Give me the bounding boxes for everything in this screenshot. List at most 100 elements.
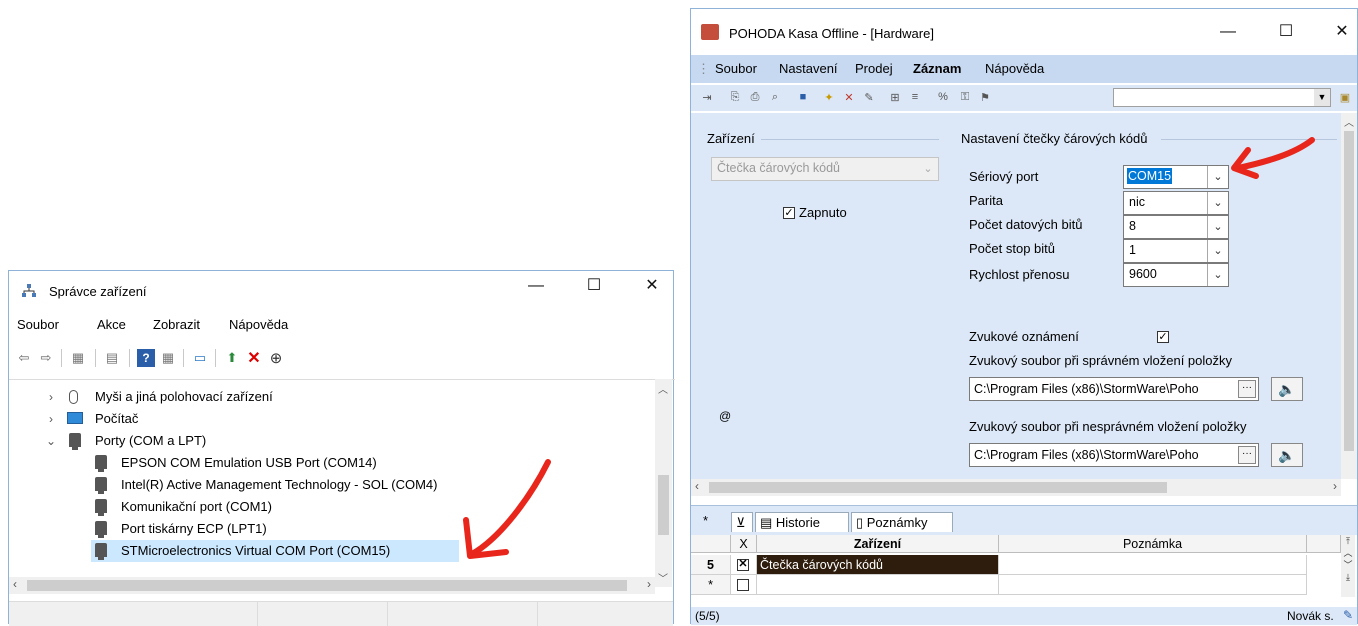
column-header-poznamka[interactable]: Poznámka: [999, 535, 1307, 553]
delete-icon[interactable]: ✕: [841, 89, 857, 105]
scrollbar-thumb[interactable]: [1344, 131, 1354, 451]
properties-icon[interactable]: ▦: [69, 349, 87, 367]
scan-hardware-icon[interactable]: ▭: [191, 349, 209, 367]
update-driver-icon[interactable]: ⬆: [223, 349, 241, 367]
scrollbar-thumb[interactable]: [658, 475, 669, 535]
percent-icon[interactable]: %: [935, 89, 951, 105]
sound-err-path-field[interactable]: C:\Program Files (x86)\StormWare\Poho ··…: [969, 443, 1259, 467]
device-select[interactable]: Čtečka čárových kódů ⌄: [711, 157, 939, 181]
chevron-down-icon[interactable]: ⌄: [1207, 240, 1228, 262]
select-icon[interactable]: ≡: [907, 89, 923, 105]
table-row-checkbox-cell[interactable]: ✕: [731, 555, 757, 575]
scroll-right-icon[interactable]: ›: [647, 577, 651, 591]
tab-new-record[interactable]: *: [703, 513, 708, 528]
stop-bits-select[interactable]: 1 ⌄: [1123, 239, 1229, 263]
tree-item-ports[interactable]: ⌄ Porty (COM a LPT): [45, 430, 665, 452]
data-bits-select[interactable]: 8 ⌄: [1123, 215, 1229, 239]
table-row-checkbox-cell[interactable]: [731, 575, 757, 595]
table-cell-note[interactable]: [999, 575, 1307, 595]
scroll-left-icon[interactable]: ‹: [13, 577, 17, 591]
tree-item-port[interactable]: Intel(R) Active Management Technology - …: [95, 474, 655, 496]
scrollbar-thumb[interactable]: [709, 482, 1167, 493]
row-checkbox[interactable]: ✕: [737, 559, 749, 571]
export-icon[interactable]: ⎘: [727, 89, 743, 105]
browse-button[interactable]: ···: [1238, 380, 1256, 398]
back-icon[interactable]: ⇦: [15, 349, 33, 367]
menu-soubor[interactable]: Soubor: [715, 61, 757, 76]
menu-nastaveni[interactable]: Nastavení: [779, 61, 838, 76]
menu-prodej[interactable]: Prodej: [855, 61, 893, 76]
new-record-icon[interactable]: ✦: [821, 89, 837, 105]
scroll-right-icon[interactable]: ›: [1333, 479, 1337, 493]
vertical-scrollbar[interactable]: ︿ ﹀: [655, 379, 672, 587]
forward-icon[interactable]: ⇨: [37, 349, 55, 367]
menu-napoveda[interactable]: Nápověda: [985, 61, 1044, 76]
list-icon[interactable]: ▤: [103, 349, 121, 367]
row-checkbox[interactable]: [737, 579, 749, 591]
tag-icon[interactable]: ⚑: [977, 89, 993, 105]
column-header-zarizeni[interactable]: Zařízení: [757, 535, 999, 553]
sound-ok-path-field[interactable]: C:\Program Files (x86)\StormWare\Poho ··…: [969, 377, 1259, 401]
grid-scroll-buttons[interactable]: ⤒ ︿ ﹀ ⤓: [1341, 535, 1355, 597]
vertical-scrollbar[interactable]: ︿: [1341, 113, 1357, 479]
scrollbar-thumb[interactable]: [27, 580, 627, 591]
scroll-left-icon[interactable]: ‹: [695, 479, 699, 493]
parity-select[interactable]: nic ⌄: [1123, 191, 1229, 215]
help-icon[interactable]: ?: [137, 349, 155, 367]
sound-checkbox[interactable]: ✓: [1157, 331, 1169, 343]
maximize-button[interactable]: ☐: [571, 271, 617, 301]
uninstall-icon[interactable]: ✕: [245, 349, 263, 367]
chevron-down-icon[interactable]: ⌄: [45, 430, 57, 452]
chevron-down-icon[interactable]: ⌄: [1207, 264, 1228, 286]
download-icon[interactable]: ⊕: [267, 349, 285, 367]
tree-item-port[interactable]: Komunikační port (COM1): [95, 496, 655, 518]
column-header-x[interactable]: X: [731, 535, 757, 553]
browse-button[interactable]: ···: [1238, 446, 1256, 464]
menu-zaznam[interactable]: Záznam: [913, 61, 961, 76]
table-cell-note[interactable]: [999, 555, 1307, 575]
chevron-down-icon[interactable]: ⌄: [1207, 166, 1228, 188]
speaker-icon[interactable]: 🔈: [1271, 443, 1303, 467]
minimize-button[interactable]: —: [513, 271, 559, 301]
chevron-right-icon[interactable]: ›: [45, 386, 57, 408]
preview-icon[interactable]: ⌕: [767, 89, 783, 105]
scroll-up-icon[interactable]: ︿: [1344, 114, 1354, 129]
close-button[interactable]: ✕: [1319, 17, 1358, 47]
exit-icon[interactable]: ⇥: [699, 89, 715, 105]
chevron-down-icon[interactable]: ⌄: [918, 158, 938, 180]
serial-port-select[interactable]: COM15 ⌄: [1123, 165, 1229, 189]
table-cell-device[interactable]: Čtečka čárových kódů: [757, 555, 999, 575]
enabled-checkbox[interactable]: ✓: [783, 207, 795, 219]
table-cell-device[interactable]: [757, 575, 999, 595]
minimize-button[interactable]: —: [1205, 17, 1251, 47]
tree-item-port-selected[interactable]: STMicroelectronics Virtual COM Port (COM…: [91, 540, 459, 562]
print-icon[interactable]: ⎙: [747, 89, 763, 105]
menu-akce[interactable]: Akce: [97, 317, 126, 332]
chevron-down-icon[interactable]: ⌄: [1207, 216, 1228, 238]
tree-item-computer[interactable]: › Počítač: [45, 408, 665, 430]
scroll-up-icon[interactable]: ︿: [658, 381, 668, 396]
menu-napoveda[interactable]: Nápověda: [229, 317, 288, 332]
chevron-down-icon[interactable]: ⌄: [1207, 192, 1228, 214]
tab-historie[interactable]: ▤ Historie: [755, 512, 849, 532]
view-icon[interactable]: ▦: [159, 349, 177, 367]
chevron-down-icon[interactable]: ▼: [1314, 89, 1330, 106]
tree-item-port[interactable]: EPSON COM Emulation USB Port (COM14): [95, 452, 655, 474]
folder-icon[interactable]: ▣: [1337, 89, 1353, 105]
toolbar-combo[interactable]: ▼: [1113, 88, 1331, 107]
menu-soubor[interactable]: Soubor: [17, 317, 59, 332]
edit-icon[interactable]: ✎: [861, 89, 877, 105]
filter-tab-icon[interactable]: ⊻: [731, 512, 753, 532]
tree-item-mice[interactable]: › Myši a jiná polohovací zařízení: [45, 386, 665, 408]
chevron-right-icon[interactable]: ›: [45, 408, 57, 430]
horizontal-scrollbar[interactable]: ‹ ›: [9, 577, 655, 594]
lock-icon[interactable]: ⚿: [957, 89, 973, 105]
tab-poznamky[interactable]: ▯ Poznámky: [851, 512, 953, 532]
save-icon[interactable]: ■: [795, 89, 811, 105]
tree-item-port[interactable]: Port tiskárny ECP (LPT1): [95, 518, 655, 540]
baud-rate-select[interactable]: 9600 ⌄: [1123, 263, 1229, 287]
menu-zobrazit[interactable]: Zobrazit: [153, 317, 200, 332]
scroll-down-icon[interactable]: ﹀: [658, 570, 668, 585]
filter-icon[interactable]: ⊞: [887, 89, 903, 105]
close-button[interactable]: ✕: [629, 271, 675, 301]
